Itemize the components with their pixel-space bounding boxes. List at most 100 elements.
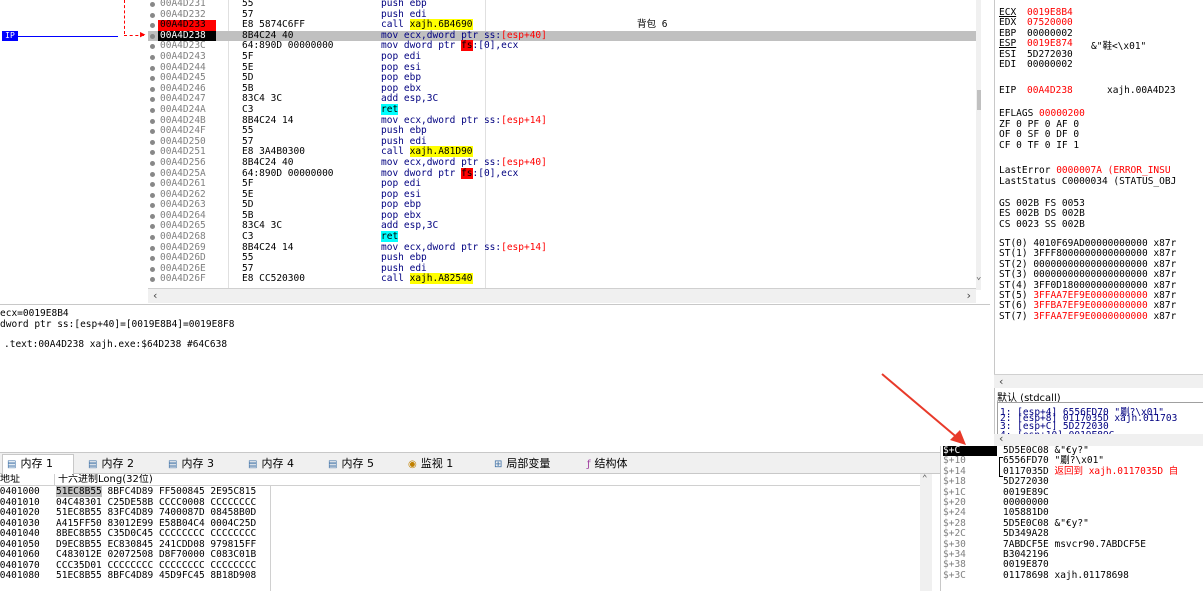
- disasm-row[interactable]: 00A4D262 5E pop esi: [148, 189, 981, 201]
- breakpoint-dot-icon[interactable]: [150, 245, 155, 251]
- register-edx[interactable]: EDX 07520000: [999, 17, 1073, 28]
- disasm-row[interactable]: 00A4D231 55 push ebp: [148, 0, 981, 10]
- breakpoint-dot-icon[interactable]: [150, 139, 155, 145]
- tab-2[interactable]: ▤ 内存 2: [84, 455, 154, 473]
- disasm-row[interactable]: 00A4D24B 8B4C24 14 mov ecx,dword ptr ss:[e…: [148, 115, 981, 127]
- disasm-row[interactable]: 00A4D24A C3 ret: [148, 103, 981, 116]
- breakpoint-dot-icon[interactable]: [150, 203, 155, 209]
- scroll-left-icon[interactable]: ‹: [998, 375, 1005, 388]
- disassembly-view[interactable]: IP ▶ 00A4D231 55 push ebp 00A4D232 57 push ed…: [0, 0, 981, 304]
- chevron-down-icon[interactable]: ⌄: [976, 272, 981, 282]
- breakpoint-dot-icon[interactable]: [150, 129, 155, 135]
- memory-icon: ▤: [168, 459, 178, 470]
- fpu-register[interactable]: ST(4) 3FF0D180000000000000 x87r: [999, 280, 1176, 291]
- fpu-register[interactable]: ST(1) 3FFF8000000000000000 x87r: [999, 248, 1176, 259]
- breakpoint-dot-icon[interactable]: [150, 277, 155, 283]
- breakpoint-dot-icon[interactable]: [150, 97, 155, 103]
- breakpoint-dot-icon[interactable]: [150, 171, 155, 177]
- disasm-row[interactable]: 00A4D244 5E pop esi: [148, 62, 981, 74]
- disasm-row[interactable]: 00A4D247 83C4 3C add esp,3C: [148, 94, 981, 105]
- scroll-thumb[interactable]: [977, 90, 981, 110]
- registers-hscrollbar[interactable]: ‹: [994, 374, 1203, 388]
- column-header-address[interactable]: 地址: [0, 474, 55, 486]
- tab-1[interactable]: ▤ 内存 1: [2, 454, 74, 474]
- memory-dump-view[interactable]: 地址 十六进制Long(32位) 00401000 51EC8B55 8BFC4D…: [0, 474, 932, 591]
- registers-pane[interactable]: ECX 0019E8B4 EDX 07520000 EBP 00000002 ESP 0019…: [994, 0, 1203, 374]
- disasm-row[interactable]: 00A4D256 8B4C24 40 mov ecx,dword ptr ss:[e…: [148, 157, 981, 169]
- breakpoint-dot-icon[interactable]: [150, 86, 155, 92]
- call-convention-hscrollbar[interactable]: ‹: [994, 432, 1203, 446]
- stack-view[interactable]: $+C $+10 $+14 $+18 $+1C $+20 $+24 $+28 $+2C $+30 $…: [940, 446, 1203, 591]
- fpu-register[interactable]: ST(2) 00000000000000000000 x87r: [999, 259, 1176, 270]
- tab-3[interactable]: ▤ 内存 3: [164, 455, 234, 473]
- disasm-row[interactable]: 00A4D269 8B4C24 14 mov ecx,dword ptr ss:[e…: [148, 242, 981, 254]
- breakpoint-dot-icon[interactable]: [150, 266, 155, 272]
- fpu-register[interactable]: ST(7) 3FFAA7EF9E0000000000 x87r: [999, 311, 1176, 322]
- tab-4[interactable]: ▤ 内存 4: [244, 455, 314, 473]
- memory-icon: ▤: [328, 459, 338, 470]
- disasm-row[interactable]: 00A4D245 5D pop ebp: [148, 73, 981, 84]
- scroll-left-icon[interactable]: ‹: [152, 289, 159, 302]
- breakpoint-dot-icon[interactable]: [150, 54, 155, 60]
- breakpoint-dot-icon[interactable]: [150, 150, 155, 156]
- scroll-left-icon[interactable]: ‹: [998, 432, 1005, 445]
- disasm-row[interactable]: 00A4D23C 64:890D 00000000 mov dword ptr fs…: [148, 40, 981, 52]
- flags-row[interactable]: OF 0 SF 0 DF 0: [999, 129, 1079, 140]
- disassembly-vscrollbar[interactable]: ⌄: [976, 0, 981, 290]
- disasm-row[interactable]: 00A4D261 5F pop edi: [148, 178, 981, 190]
- breakpoint-dot-icon[interactable]: [150, 44, 155, 50]
- breakpoint-dot-icon[interactable]: [150, 192, 155, 198]
- breakpoint-dot-icon[interactable]: [150, 12, 155, 18]
- breakpoint-dot-icon[interactable]: [150, 182, 155, 188]
- fpu-register[interactable]: ST(0) 4010F69AD00000000000 x87r: [999, 238, 1176, 249]
- scroll-right-icon[interactable]: ›: [965, 289, 972, 302]
- segment-registers-row[interactable]: CS 0023 SS 002B: [999, 219, 1085, 230]
- disasm-row[interactable]: 00A4D24F 55 push ebp: [148, 126, 981, 137]
- breakpoint-dot-icon[interactable]: [150, 256, 155, 262]
- breakpoint-dot-icon[interactable]: [150, 160, 155, 166]
- disasm-row[interactable]: 00A4D263 5D pop ebp: [148, 200, 981, 211]
- tab-8[interactable]: ƒ 结构体: [583, 455, 653, 473]
- flags-row[interactable]: CF 0 TF 0 IF 1: [999, 140, 1079, 151]
- info-line-address: .text:00A4D238 xajh.exe:$64D238 #64C638: [4, 339, 228, 350]
- fpu-register[interactable]: ST(6) 3FFBA7EF9E0000000000 x87r: [999, 300, 1176, 311]
- breakpoint-dot-icon[interactable]: [150, 118, 155, 124]
- register-eflags[interactable]: EFLAGS 00000200: [999, 108, 1085, 119]
- flags-row[interactable]: ZF 0 PF 0 AF 0: [999, 119, 1079, 130]
- stack-entry[interactable]: 01178698 xajh.01178698: [1003, 570, 1129, 581]
- fpu-register[interactable]: ST(3) 00000000000000000000 x87r: [999, 269, 1176, 280]
- breakpoint-dot-icon[interactable]: [150, 2, 155, 7]
- register-esp[interactable]: ESP 0019E874 &"鞋<\x01": [999, 38, 1146, 52]
- breakpoint-dot-icon[interactable]: [150, 107, 155, 113]
- breakpoint-dot-icon[interactable]: [150, 23, 155, 29]
- breakpoint-dot-icon[interactable]: [150, 235, 155, 241]
- register-esi[interactable]: ESI 5D272030: [999, 49, 1073, 60]
- segment-registers-row[interactable]: GS 002B FS 0053: [999, 198, 1085, 209]
- tab-6[interactable]: ◉ 监视 1: [404, 455, 478, 473]
- disassembly-hscrollbar[interactable]: ‹ ›: [148, 288, 976, 303]
- breakpoint-dot-icon[interactable]: [150, 224, 155, 230]
- stack-value: 0019E89C: [1003, 486, 1049, 498]
- disasm-row[interactable]: 00A4D26D 55 push ebp: [148, 253, 981, 264]
- disasm-row[interactable]: 00A4D26F E8 CC520300 call xajh.A82540: [148, 273, 981, 285]
- register-eip[interactable]: EIP 00A4D238 xajh.00A4D23: [999, 85, 1176, 96]
- tab-5[interactable]: ▤ 内存 5: [324, 455, 394, 473]
- register-edi[interactable]: EDI 00000002: [999, 59, 1073, 70]
- tab-7[interactable]: ⊞ 局部变量: [490, 455, 570, 473]
- register-ebp[interactable]: EBP 00000002: [999, 28, 1073, 39]
- disasm-row[interactable]: 00A4D25A 64:890D 00000000 mov dword ptr fs…: [148, 167, 981, 180]
- breakpoint-dot-icon[interactable]: [150, 33, 155, 39]
- register-ecx[interactable]: ECX 0019E8B4: [999, 7, 1073, 18]
- breakpoint-dot-icon[interactable]: [150, 76, 155, 82]
- dump-vscrollbar[interactable]: ⌃: [920, 474, 932, 591]
- fpu-register[interactable]: ST(5) 3FFAA7EF9E0000000000 x87r: [999, 290, 1176, 301]
- dump-selected-dword[interactable]: 51EC8B55: [56, 486, 102, 497]
- disasm-row[interactable]: 00A4D243 5F pop edi: [148, 51, 981, 63]
- register-comment: xajh.00A4D23: [1107, 85, 1176, 96]
- disasm-row[interactable]: 00A4D265 83C4 3C add esp,3C: [148, 221, 981, 232]
- breakpoint-dot-icon[interactable]: [150, 65, 155, 71]
- segment-registers-row[interactable]: ES 002B DS 002B: [999, 208, 1085, 219]
- chevron-up-icon[interactable]: ⌃: [922, 474, 927, 484]
- column-header-hex[interactable]: 十六进制Long(32位): [58, 474, 153, 486]
- breakpoint-dot-icon[interactable]: [150, 213, 155, 219]
